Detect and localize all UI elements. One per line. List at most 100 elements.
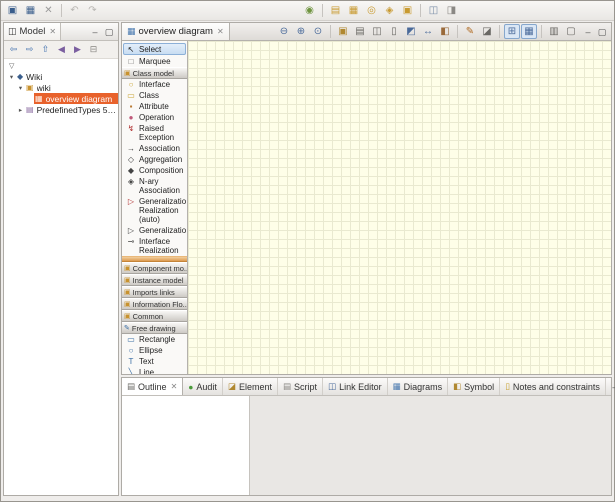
show-parent-icon[interactable]: ◩ xyxy=(403,24,419,39)
panel-empty-area xyxy=(250,396,611,495)
zoom-fit-icon[interactable]: ⊙ xyxy=(310,24,326,39)
select-tool[interactable]: ↖Select xyxy=(123,43,186,55)
maximize-editor-icon[interactable]: ▢ xyxy=(596,26,608,38)
tab-element[interactable]: ◪Element xyxy=(223,378,278,395)
web-browser-icon[interactable]: ◫ xyxy=(425,2,442,18)
palette-item-text[interactable]: TText xyxy=(122,356,187,367)
nav-up-icon[interactable]: ⇧ xyxy=(38,42,53,57)
palette-section-information-flows[interactable]: ▣Information Flo... xyxy=(122,298,187,310)
tab-diagrams[interactable]: ▦Diagrams xyxy=(388,378,449,395)
palette-item-label: Generalization xyxy=(139,226,186,235)
tab-overview-diagram[interactable]: ▦ overview diagram ✕ xyxy=(122,23,230,40)
palette-item-composition[interactable]: ◆Composition xyxy=(122,165,187,176)
zoom-in-icon[interactable]: ⊕ xyxy=(293,24,309,39)
palette-section-imports-links[interactable]: ▣Imports links xyxy=(122,286,187,298)
close-diagram-tab-icon[interactable]: ✕ xyxy=(217,27,224,36)
style-editor-icon[interactable]: ◧ xyxy=(437,24,453,39)
settings-icon[interactable]: ◨ xyxy=(443,2,460,18)
tab-model[interactable]: ◫ Model ✕ xyxy=(4,23,61,40)
palette-item-label: Interface xyxy=(139,80,186,89)
page-layout-icon[interactable]: ▯ xyxy=(386,24,402,39)
diagram-canvas[interactable] xyxy=(188,41,611,374)
palette-item-label: Generalizatio... Realization (auto) xyxy=(139,197,186,224)
expander-icon[interactable]: ▸ xyxy=(16,106,25,114)
expander-icon[interactable]: ▾ xyxy=(16,84,25,92)
new-package-diagram-icon[interactable]: ▣ xyxy=(399,2,416,18)
tree-item-wiki[interactable]: ▾◆Wiki xyxy=(4,71,118,82)
toolbar-separator xyxy=(420,4,421,17)
print-icon[interactable]: ▤ xyxy=(352,24,368,39)
palette-item-attribute[interactable]: ▪Attribute xyxy=(122,101,187,112)
palette-item-operation[interactable]: ●Operation xyxy=(122,112,187,123)
palette-section-free-drawing[interactable]: ✎Free drawing xyxy=(122,322,187,334)
tree-item-predefinedtypes-5-3-00[interactable]: ▸▤PredefinedTypes 5.3.00 xyxy=(4,104,118,115)
new-class-diagram-icon[interactable]: ▦ xyxy=(345,2,362,18)
palette-item-interface[interactable]: ○Interface xyxy=(122,79,187,90)
tree-item-label: PredefinedTypes 5.3.00 xyxy=(37,105,118,115)
minimize-editor-icon[interactable]: – xyxy=(582,26,594,38)
new-model-icon[interactable]: ▣ xyxy=(4,3,21,19)
collapse-all-icon[interactable]: ⊟ xyxy=(86,42,101,57)
copy-diagram-icon[interactable]: ◫ xyxy=(369,24,385,39)
palette-item-rectangle[interactable]: ▭Rectangle xyxy=(122,334,187,345)
palette-section-class-model[interactable]: ▣Class model xyxy=(122,67,187,79)
close-tab-outline-icon[interactable]: ✕ xyxy=(171,382,178,391)
page-bounds-icon[interactable]: ▢ xyxy=(563,24,579,39)
palette-item-interface-realization[interactable]: ⊸Interface Realization xyxy=(122,236,187,256)
layers-icon[interactable]: ◪ xyxy=(479,24,495,39)
palette-item-class[interactable]: ▭Class xyxy=(122,90,187,101)
new-state-diagram-icon[interactable]: ◈ xyxy=(381,2,398,18)
tab-symbol[interactable]: ◧Symbol xyxy=(448,378,500,395)
palette-item-association[interactable]: →Association xyxy=(122,143,187,154)
bottom-panel: ▤Outline✕●Audit◪Element▤Script◫Link Edit… xyxy=(121,377,612,496)
minimize-bottom-panel-icon[interactable]: – xyxy=(609,381,615,393)
tab-link-editor[interactable]: ◫Link Editor xyxy=(323,378,388,395)
palette-section-instance-model[interactable]: ▣Instance model xyxy=(122,274,187,286)
snap-to-grid-icon[interactable]: ⊞ xyxy=(504,24,520,39)
tree-item-wiki[interactable]: ▾▣wiki xyxy=(4,82,118,93)
update-audit-icon[interactable]: ◉ xyxy=(301,2,318,18)
tab-script[interactable]: ▤Script xyxy=(278,378,323,395)
show-rulers-icon[interactable]: ▥ xyxy=(546,24,562,39)
new-usecase-diagram-icon[interactable]: ◎ xyxy=(363,2,380,18)
zoom-out-icon[interactable]: ⊖ xyxy=(276,24,292,39)
undo-icon[interactable]: ↶ xyxy=(66,3,83,19)
tab-outline[interactable]: ▤Outline✕ xyxy=(122,378,183,395)
palette-section-component-model[interactable]: ▣Component mo... xyxy=(122,262,187,274)
palette-section-label: Class model xyxy=(133,69,174,78)
next-element-icon[interactable]: ▶ xyxy=(70,42,85,57)
palette-item-aggregation[interactable]: ◇Aggregation xyxy=(122,154,187,165)
show-links-icon[interactable]: ↔ xyxy=(420,24,436,39)
marquee-tool-icon: □ xyxy=(126,57,136,66)
nav-forward-icon[interactable]: ⇨ xyxy=(22,42,37,57)
tree-item-overview-diagram[interactable]: ▦overview diagram xyxy=(4,93,118,104)
prev-element-icon[interactable]: ◀ xyxy=(54,42,69,57)
delete-icon[interactable]: ✕ xyxy=(40,3,57,19)
palette-item-generalizatio-realization-auto[interactable]: ▷Generalizatio... Realization (auto) xyxy=(122,196,187,225)
maximize-model-view-icon[interactable]: ▢ xyxy=(103,26,115,38)
save-icon[interactable]: ▦ xyxy=(22,3,39,19)
palette-item-ellipse[interactable]: ○Ellipse xyxy=(122,345,187,356)
close-model-view-icon[interactable]: ✕ xyxy=(49,27,56,36)
nav-back-icon[interactable]: ⇦ xyxy=(6,42,21,57)
marquee-tool[interactable]: □Marquee xyxy=(123,55,186,67)
bottom-tab-label: Audit xyxy=(196,382,217,392)
palette-item-generalization[interactable]: ▷Generalization xyxy=(122,225,187,236)
show-grid-icon[interactable]: ▦ xyxy=(521,24,537,39)
expander-icon[interactable]: ▾ xyxy=(7,73,16,81)
pencil-icon[interactable]: ✎ xyxy=(462,24,478,39)
tree-filter-dropdown[interactable]: ▽ xyxy=(4,60,118,71)
new-generic-diagram-icon[interactable]: ▤ xyxy=(327,2,344,18)
save-image-icon[interactable]: ▣ xyxy=(335,24,351,39)
palette-item-n-ary-association[interactable]: ◈N-ary Association xyxy=(122,176,187,196)
minimize-model-view-icon[interactable]: – xyxy=(89,26,101,38)
aggregation-icon: ◇ xyxy=(126,155,136,164)
palette-item-label: Class xyxy=(139,91,186,100)
tab-outline-icon: ▤ xyxy=(127,381,135,392)
tab-notes[interactable]: ▯Notes and constraints xyxy=(500,378,606,395)
tab-audit[interactable]: ●Audit xyxy=(183,378,223,395)
palette-item-line[interactable]: ╲Line xyxy=(122,367,187,374)
palette-item-raised-exception[interactable]: ↯Raised Exception xyxy=(122,123,187,143)
palette-section-common[interactable]: ▣Common xyxy=(122,310,187,322)
redo-icon[interactable]: ↷ xyxy=(84,3,101,19)
